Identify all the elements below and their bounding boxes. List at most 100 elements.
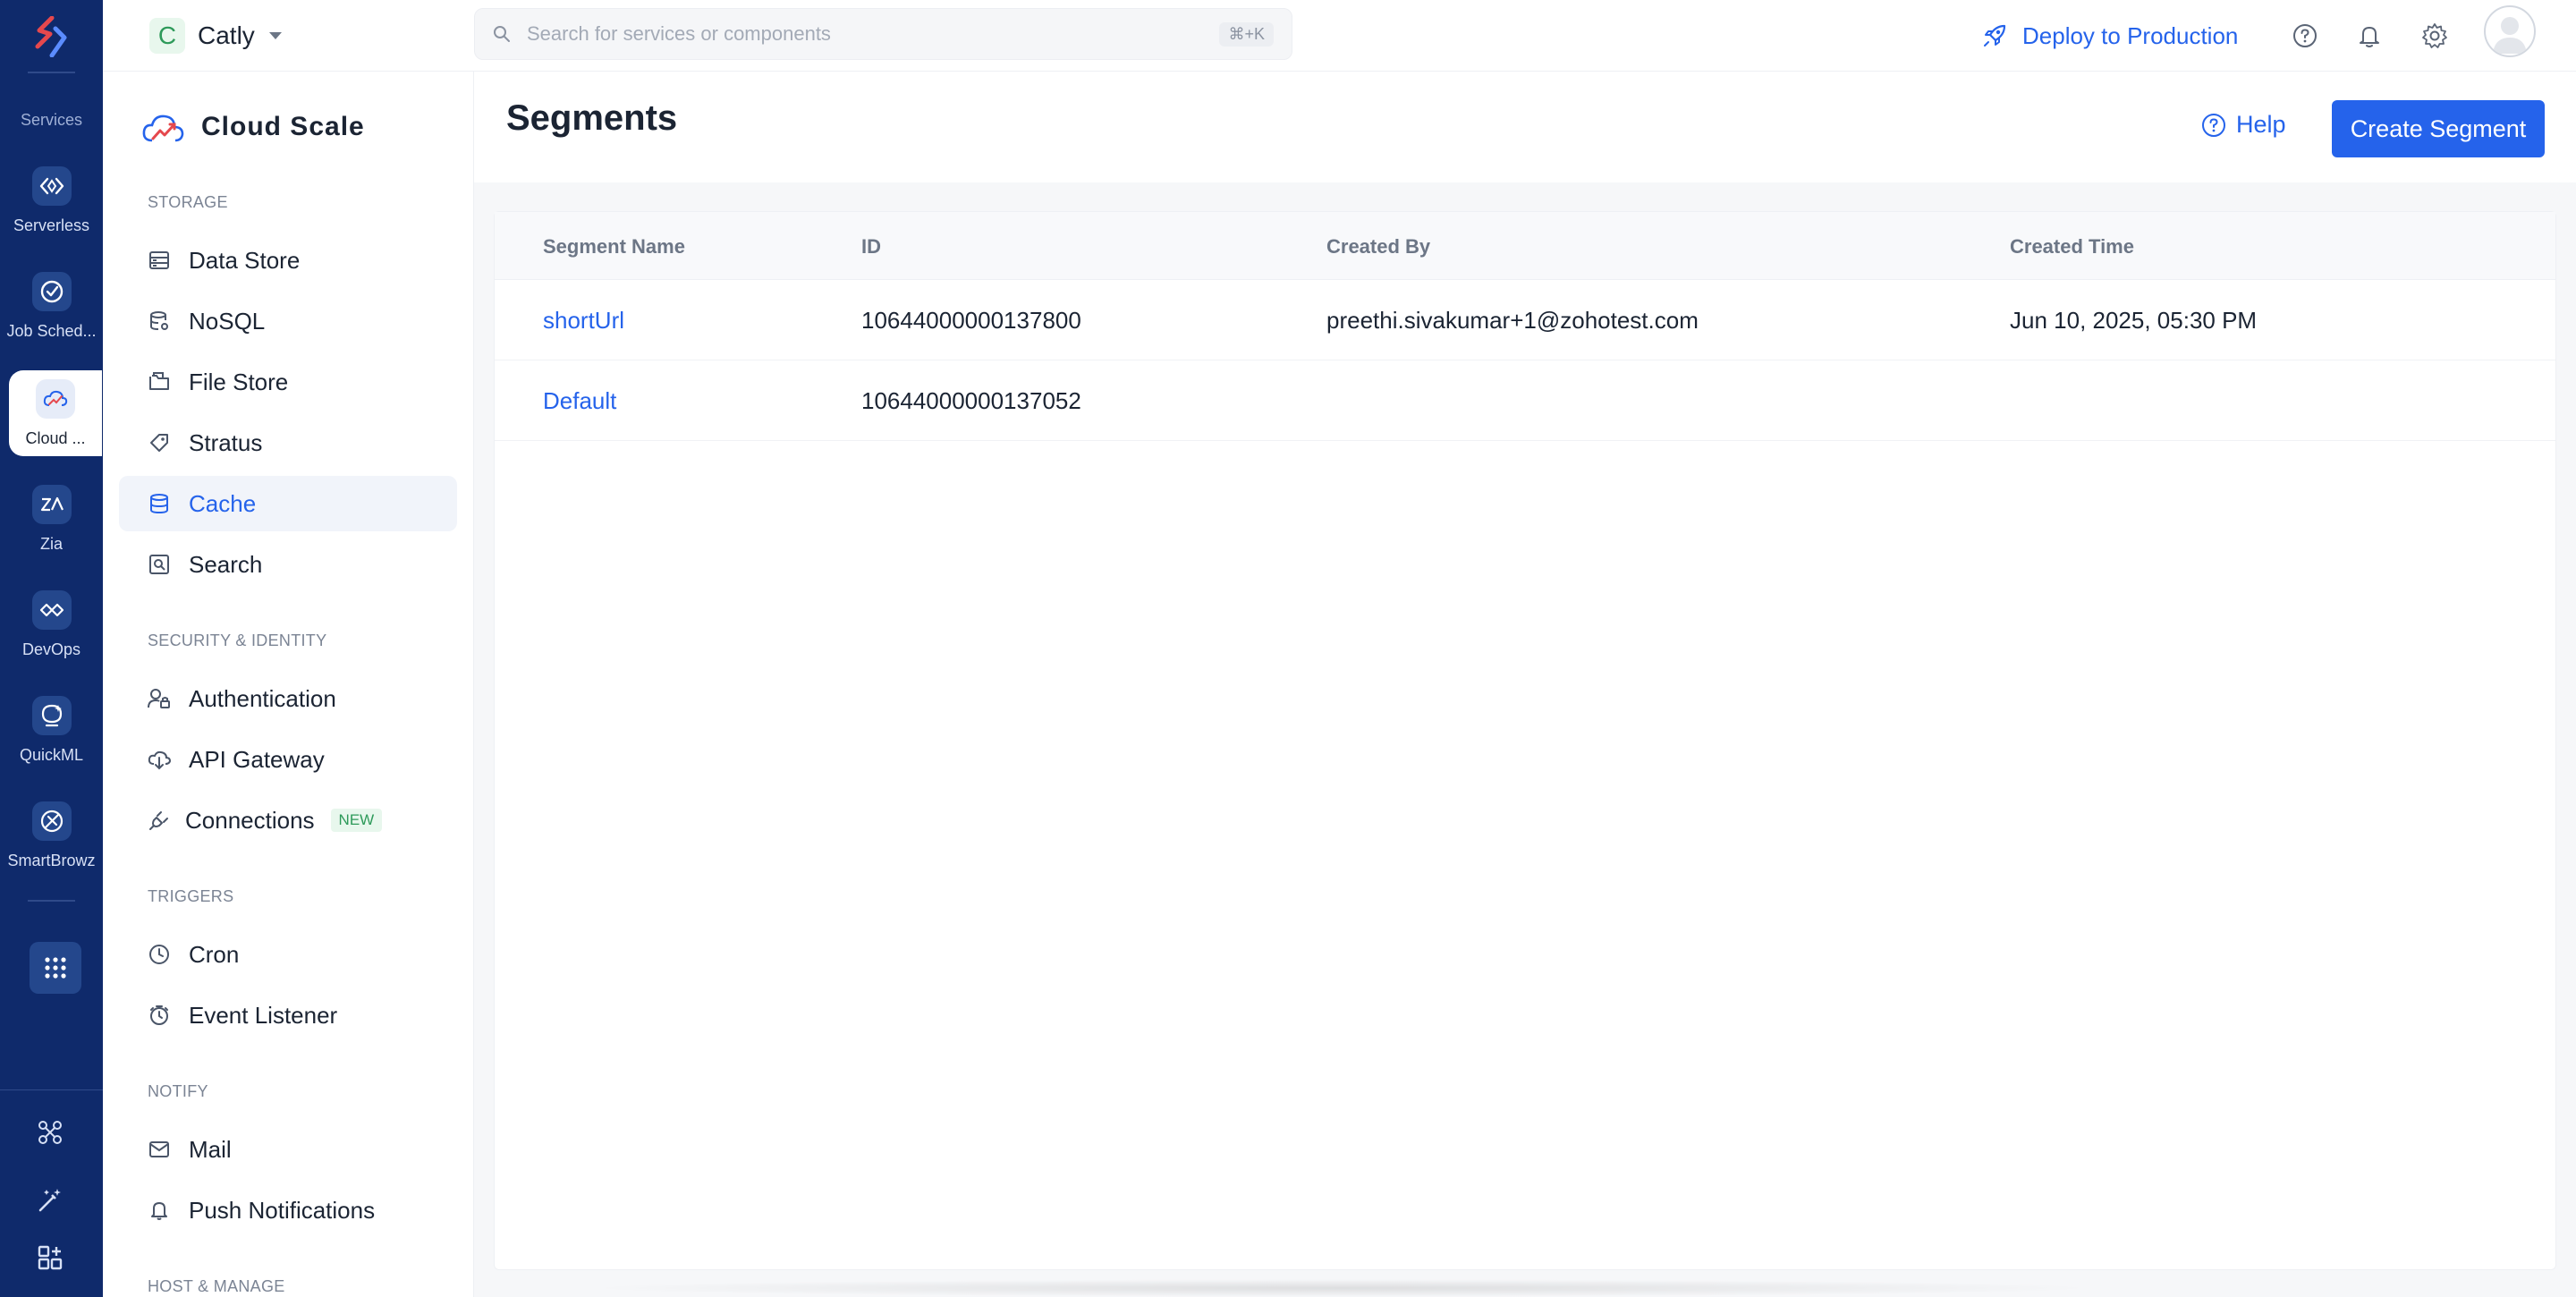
quickml-icon bbox=[31, 696, 72, 735]
caret-down-icon bbox=[267, 30, 284, 41]
grid-dots-icon[interactable] bbox=[30, 942, 81, 994]
devops-icon bbox=[31, 590, 72, 630]
bell-icon bbox=[148, 1199, 171, 1222]
database-icon bbox=[148, 309, 171, 333]
user-avatar[interactable] bbox=[2484, 5, 2536, 57]
project-selector[interactable]: C Catly bbox=[149, 16, 284, 55]
user-lock-icon bbox=[148, 687, 171, 710]
bell-icon[interactable] bbox=[2351, 18, 2387, 54]
rail-item-label: Serverless bbox=[13, 216, 90, 234]
sidebar-item-label: Search bbox=[189, 550, 263, 578]
help-label: Help bbox=[2236, 111, 2286, 138]
cloud-scale-sidebar: Cloud Scale STORAGE Data Store NoSQL Fil… bbox=[103, 72, 474, 1297]
page-header: Segments Help Create Segment bbox=[474, 72, 2576, 182]
rail-item-job-scheduling[interactable]: Job Sched... bbox=[0, 272, 103, 370]
rail-item-label: DevOps bbox=[21, 640, 81, 658]
rail-item-label: QuickML bbox=[19, 746, 83, 764]
sidebar-item-label: Event Listener bbox=[189, 1001, 338, 1029]
top-bar: C Catly ⌘+K Deploy to Production bbox=[103, 0, 2576, 72]
sidebar-item-data-store[interactable]: Data Store bbox=[119, 233, 457, 288]
sidebar-item-label: Cache bbox=[189, 489, 257, 517]
search-shortcut-hint: ⌘+K bbox=[1219, 21, 1274, 47]
smartbrowz-icon bbox=[31, 801, 72, 841]
rail-item-smartbrowz[interactable]: SmartBrowz bbox=[0, 801, 103, 900]
segment-name-link[interactable]: Default bbox=[543, 387, 616, 415]
sidebar-item-cache[interactable]: Cache bbox=[119, 476, 457, 531]
add-widget-icon[interactable] bbox=[34, 1242, 66, 1274]
deploy-to-production-button[interactable]: Deploy to Production bbox=[1981, 16, 2238, 55]
segment-name-link[interactable]: shortUrl bbox=[543, 307, 624, 335]
segment-created-by: preethi.sivakumar+1@zohotest.com bbox=[1326, 307, 1699, 334]
project-initial-badge: C bbox=[149, 18, 185, 54]
rail-item-serverless[interactable]: Serverless bbox=[0, 166, 103, 265]
column-header: Created By bbox=[1326, 235, 1431, 258]
create-segment-button[interactable]: Create Segment bbox=[2332, 100, 2545, 157]
help-link[interactable]: Help bbox=[2200, 111, 2286, 139]
sidebar-brand-name: Cloud Scale bbox=[201, 112, 365, 141]
sidebar-item-api-gateway[interactable]: API Gateway bbox=[119, 732, 457, 787]
sidebar-item-label: Stratus bbox=[189, 428, 263, 456]
integrations-icon[interactable] bbox=[34, 1116, 66, 1149]
segment-id: 10644000000137052 bbox=[861, 387, 1081, 414]
rocket-icon bbox=[1981, 22, 2008, 49]
rail-item-label: Job Sched... bbox=[6, 322, 97, 340]
rail-item-devops[interactable]: DevOps bbox=[0, 590, 103, 689]
sidebar-item-nosql[interactable]: NoSQL bbox=[119, 293, 457, 349]
sidebar-item-label: Authentication bbox=[189, 684, 336, 712]
magic-wand-icon[interactable] bbox=[34, 1184, 66, 1216]
sidebar-item-label: Data Store bbox=[189, 246, 301, 274]
section-security-identity: SECURITY & IDENTITY bbox=[148, 632, 327, 649]
search-input[interactable] bbox=[525, 21, 1206, 47]
sidebar-item-authentication[interactable]: Authentication bbox=[119, 671, 457, 726]
sidebar-item-file-store[interactable]: File Store bbox=[119, 354, 457, 410]
rail-divider bbox=[28, 72, 75, 73]
help-circle-icon[interactable] bbox=[2287, 18, 2323, 54]
section-triggers: TRIGGERS bbox=[148, 887, 234, 905]
scroll-shadow bbox=[581, 1279, 2102, 1297]
check-circle-icon bbox=[31, 272, 72, 311]
table-header: Segment Name ID Created By Created Time bbox=[495, 212, 2555, 280]
section-storage: STORAGE bbox=[148, 193, 228, 211]
search-box-icon bbox=[148, 553, 171, 576]
catalyst-logo-icon[interactable] bbox=[32, 16, 70, 57]
tag-icon bbox=[148, 431, 171, 454]
sidebar-item-label: API Gateway bbox=[189, 745, 325, 773]
rail-section-label: Services bbox=[20, 111, 83, 129]
sidebar-item-label: Connections bbox=[185, 806, 315, 834]
plug-icon bbox=[148, 809, 171, 832]
sidebar-item-cron[interactable]: Cron bbox=[119, 927, 457, 982]
global-search[interactable]: ⌘+K bbox=[474, 8, 1292, 60]
database-stack-icon bbox=[148, 492, 171, 515]
table-row[interactable]: Default 10644000000137052 bbox=[495, 360, 2555, 441]
rail-item-label: SmartBrowz bbox=[7, 852, 96, 869]
sidebar-item-label: NoSQL bbox=[189, 307, 266, 335]
sidebar-item-search[interactable]: Search bbox=[119, 537, 457, 592]
sidebar-item-event-listener[interactable]: Event Listener bbox=[119, 988, 457, 1043]
rail-item-quickml[interactable]: QuickML bbox=[0, 696, 103, 794]
zia-icon bbox=[31, 485, 72, 524]
page-title: Segments bbox=[506, 98, 678, 138]
gear-icon[interactable] bbox=[2417, 18, 2453, 54]
project-name: Catly bbox=[198, 21, 255, 49]
new-badge: NEW bbox=[330, 809, 383, 832]
segments-table: Segment Name ID Created By Created Time … bbox=[494, 211, 2556, 1270]
table-row[interactable]: shortUrl 10644000000137800 preethi.sivak… bbox=[495, 280, 2555, 360]
cloud-scale-icon bbox=[36, 379, 75, 419]
help-circle-icon bbox=[2200, 112, 2227, 139]
folder-icon bbox=[148, 370, 171, 394]
sidebar-item-stratus[interactable]: Stratus bbox=[119, 415, 457, 470]
sidebar-item-push-notifications[interactable]: Push Notifications bbox=[119, 1183, 457, 1238]
table-icon bbox=[148, 249, 171, 272]
rail-divider bbox=[0, 1089, 103, 1090]
rail-item-zia[interactable]: Zia bbox=[0, 485, 103, 583]
rail-item-cloud-scale[interactable]: Cloud ... bbox=[9, 370, 102, 456]
sidebar-item-label: Push Notifications bbox=[189, 1196, 376, 1224]
rail-divider bbox=[28, 900, 75, 902]
cloud-scale-icon bbox=[140, 107, 187, 147]
clock-icon bbox=[148, 943, 171, 966]
sidebar-item-connections[interactable]: Connections NEW bbox=[119, 793, 457, 848]
sidebar-item-mail[interactable]: Mail bbox=[119, 1122, 457, 1177]
search-icon bbox=[493, 25, 511, 43]
section-notify: NOTIFY bbox=[148, 1082, 208, 1100]
deploy-label: Deploy to Production bbox=[2022, 21, 2239, 49]
